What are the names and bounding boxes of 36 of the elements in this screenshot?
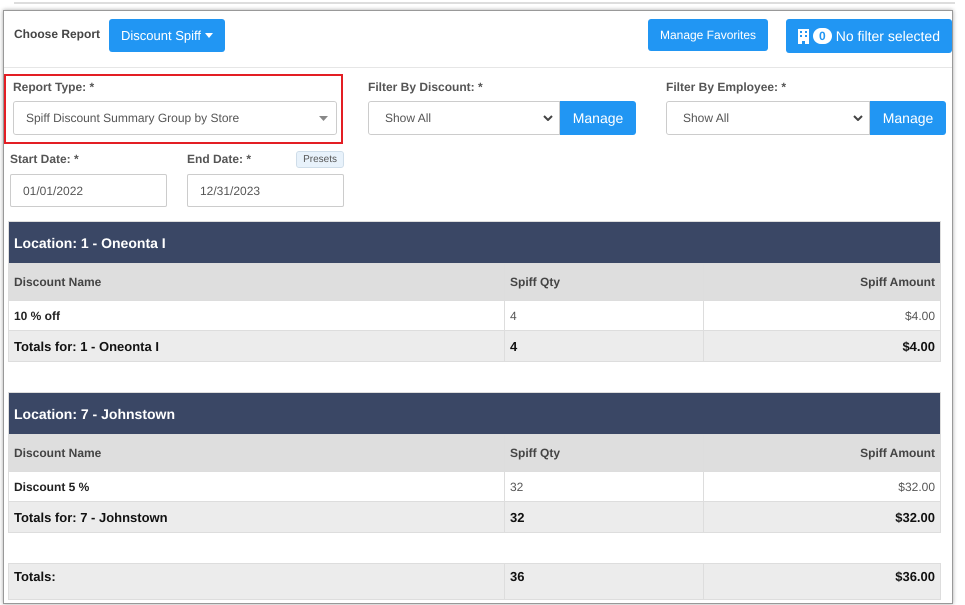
- totals-cell: $32.00: [704, 502, 940, 532]
- totals-cell: 32: [504, 502, 704, 532]
- chevron-icon: [853, 115, 863, 121]
- totals-cell: Totals for: 1 - Oneonta I: [8, 330, 504, 362]
- location-header: Location: 1 - Oneonta I: [8, 222, 940, 264]
- end-date-label: End Date: *: [187, 152, 252, 166]
- report-type-label: Report Type: *: [13, 80, 96, 94]
- choose-report-label: Choose Report: [14, 27, 102, 41]
- start-date-label: Start Date: *: [10, 151, 80, 168]
- column-header: Spiff Amount: [704, 434, 940, 472]
- caret-icon: [204, 33, 213, 38]
- end-date-field[interactable]: 12/31/2023: [187, 174, 344, 207]
- filter-label: No filter selected: [836, 28, 940, 44]
- presets-button[interactable]: Presets: [296, 150, 344, 168]
- grand-totals-cell: $36.00: [704, 564, 940, 600]
- grand-totals-cell: Totals:: [8, 564, 504, 600]
- caret-icon: [319, 116, 328, 120]
- grand-totals-cell: 36: [504, 564, 704, 600]
- report-type-select[interactable]: Spiff Discount Summary Group by Store: [13, 101, 337, 135]
- column-header: Discount Name: [8, 434, 504, 472]
- column-header: Discount Name: [8, 264, 504, 300]
- start-date-field[interactable]: 01/01/2022: [10, 174, 167, 207]
- employee-select[interactable]: Show All: [666, 101, 870, 135]
- totals-cell: 4: [504, 330, 704, 362]
- discount-select[interactable]: Show All: [368, 101, 560, 135]
- chevron-icon: [543, 115, 553, 121]
- totals-cell: $4.00: [704, 330, 940, 362]
- discount-filter-label: Filter By Discount: *: [368, 80, 484, 94]
- building-icon: [798, 28, 810, 44]
- column-header: Spiff Amount: [704, 264, 940, 300]
- column-header: Spiff Qty: [504, 264, 704, 300]
- filter-count-badge: 0: [813, 28, 832, 44]
- column-header: Spiff Qty: [504, 434, 704, 472]
- location-header: Location: 7 - Johnstown: [8, 392, 940, 434]
- employee-filter-label: Filter By Employee: *: [666, 80, 788, 94]
- totals-cell: Totals for: 7 - Johnstown: [8, 502, 504, 532]
